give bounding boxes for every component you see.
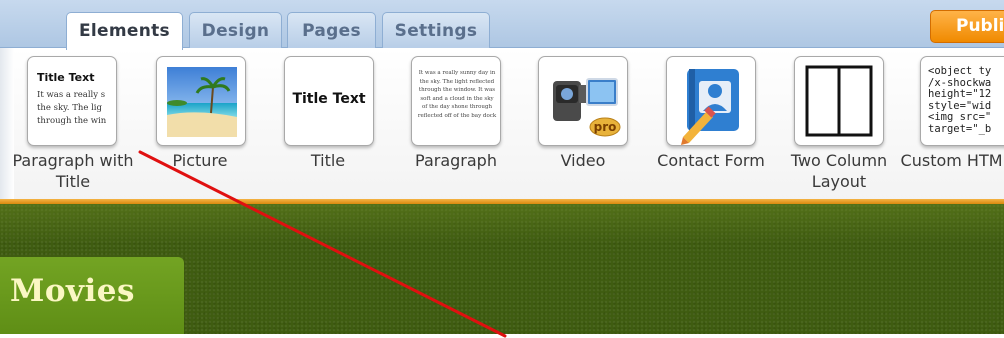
code-line: height="12 <box>928 88 992 100</box>
page-section-title[interactable]: Movies <box>10 273 135 309</box>
element-caption: Custom HTML <box>900 151 1004 170</box>
thumb-text-line: of the day shone through <box>421 104 493 110</box>
tab-elements[interactable]: Elements <box>66 12 183 50</box>
thumb-text-line: It was a really s <box>37 90 106 100</box>
thumb-text-line: It was a really sunny day in <box>418 70 496 76</box>
contact-form-thumb <box>666 56 756 146</box>
video-camera-icon: pro <box>553 78 621 137</box>
site-builder-editor: Elements Design Pages Settings Publi Tit… <box>0 0 1004 338</box>
paragraph-title-thumb: Title Text It was a really s the sky. Th… <box>27 56 117 146</box>
element-caption: Title <box>310 151 346 170</box>
thumb-paragraph: It was a really sunny day in the sky. Th… <box>415 69 499 120</box>
page-canvas-highlight <box>0 204 1004 244</box>
beach-picture-thumb <box>156 56 246 146</box>
thumb-text-line: through the win <box>37 116 107 126</box>
element-caption: Paragraph with Title <box>12 151 134 191</box>
tab-settings[interactable]: Settings <box>382 12 490 49</box>
tab-design[interactable]: Design <box>189 12 282 49</box>
thumb-text-line: the sky. The light reflected <box>419 78 495 85</box>
editor-tab-bar: Elements Design Pages Settings Publi <box>0 0 1004 50</box>
html-code-thumb: <object ty /x-shockwa height="12 style="… <box>920 56 1004 146</box>
address-book-icon <box>681 69 739 145</box>
publish-button[interactable]: Publi <box>930 10 1004 43</box>
code-line: target="_b <box>928 122 992 135</box>
element-caption: Picture <box>172 151 228 170</box>
video-thumb: pro <box>538 56 628 146</box>
beach-picture-icon <box>167 67 237 137</box>
element-caption: Contact Form <box>657 151 765 170</box>
thumb-text-line: through the window. It was <box>418 87 496 93</box>
title-text-thumb: Title Text <box>284 56 374 146</box>
code-line: <img src=" <box>928 111 992 123</box>
thumb-title-text: Title Text <box>37 71 95 84</box>
video-pro-badge: pro <box>594 120 617 134</box>
thumb-text-line: the sky. The lig <box>37 103 102 113</box>
thumb-text-line: reflected off of the bay dock <box>417 112 497 119</box>
tab-pages[interactable]: Pages <box>287 12 376 49</box>
element-caption: Paragraph <box>415 151 497 170</box>
thumb-code: <object ty /x-shockwa height="12 style="… <box>928 65 992 135</box>
two-column-thumb <box>794 56 884 146</box>
paragraph-thumb: It was a really sunny day in the sky. Th… <box>411 56 501 146</box>
thumb-text-line: soft and a cloud in the sky <box>420 95 494 102</box>
code-line: <object ty <box>928 65 992 77</box>
page-bottom-edge <box>0 334 1004 338</box>
two-column-icon <box>805 65 873 137</box>
thumb-title-text: Title Text <box>292 91 366 107</box>
element-caption: Video <box>560 151 606 170</box>
